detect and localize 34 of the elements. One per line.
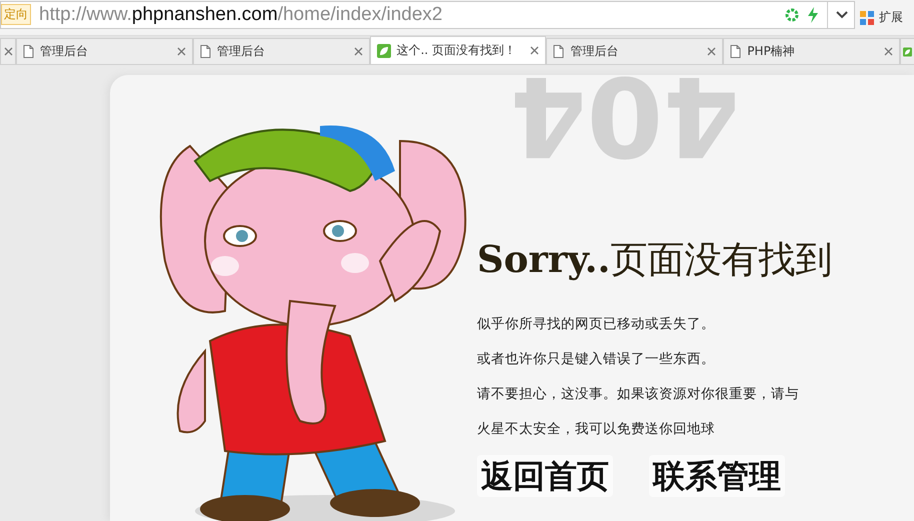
close-icon[interactable] (4, 47, 13, 56)
message-text: 似乎你所寻找的网页已移动或丢失了。 (477, 315, 716, 333)
address-field[interactable]: 定向 http://www.phpnanshen.com/home/index/index2 (0, 0, 855, 28)
close-icon[interactable] (530, 46, 540, 55)
page-icon (23, 45, 34, 58)
page-icon (553, 45, 564, 58)
extensions-label[interactable]: 扩展 (879, 9, 903, 26)
lightning-icon[interactable] (807, 6, 819, 22)
browser-tab[interactable]: 管理后台 (192, 38, 370, 64)
browser-tab[interactable] (0, 38, 16, 64)
browser-tab[interactable] (900, 38, 914, 64)
error-heading: Sorry..页面没有找到 (477, 236, 832, 283)
close-icon[interactable] (354, 47, 363, 56)
leaf-icon (902, 44, 912, 58)
browser-tab[interactable]: PHP楠神 (723, 38, 900, 64)
spinner-icon[interactable] (785, 8, 799, 22)
browser-tab[interactable]: 这个.. 页面没有找到！ (370, 36, 546, 64)
nav-button[interactable]: 联系管理 (649, 455, 785, 497)
close-icon[interactable] (884, 47, 893, 56)
redirect-badge: 定向 (1, 4, 31, 25)
nav-button[interactable]: 返回首页 (477, 455, 613, 497)
extensions-icon[interactable] (859, 10, 875, 26)
message-text: 或者也许你只是键入错误了一些东西。 (477, 350, 716, 368)
message-text: 火星不太安全，我可以免费送你回地球 (477, 420, 716, 438)
browser-tab[interactable]: 管理后台 (16, 38, 193, 64)
url-text: http://www.phpnanshen.com/home/index/index2 (39, 4, 444, 26)
page-icon (200, 45, 211, 58)
leaf-icon (376, 44, 391, 58)
browser-tab[interactable]: 管理后台 (546, 38, 724, 64)
close-icon[interactable] (707, 47, 716, 56)
page-icon (730, 45, 742, 58)
message-text: 请不要担心，这没事。如果该资源对你很重要，请与 (477, 385, 800, 403)
close-icon[interactable] (176, 47, 186, 56)
dropdown-icon[interactable] (836, 10, 848, 18)
